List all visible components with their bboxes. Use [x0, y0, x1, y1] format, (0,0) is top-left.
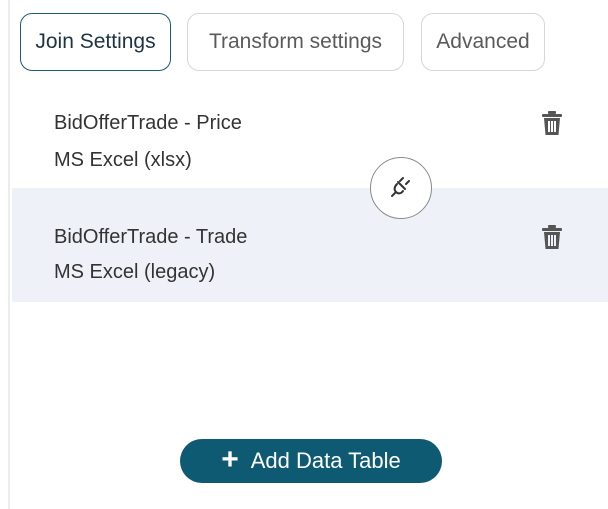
data-table-name: BidOfferTrade - Trade — [54, 226, 248, 248]
data-table-join-panel: Join Settings Transform settings Advance… — [0, 0, 608, 509]
data-table-source: MS Excel (legacy) — [54, 261, 216, 283]
data-table-source: MS Excel (xlsx) — [54, 149, 192, 171]
tab-advanced[interactable]: Advanced — [421, 13, 545, 71]
data-table-name: BidOfferTrade - Price — [54, 112, 242, 134]
panel-divider — [8, 0, 10, 509]
data-table-row[interactable]: BidOfferTrade - Trade MS Excel (legacy) — [12, 188, 608, 302]
join-plug-button[interactable] — [370, 157, 432, 219]
plus-icon: + — [221, 442, 239, 476]
add-data-table-button[interactable]: + Add Data Table — [180, 439, 442, 483]
plug-icon — [389, 174, 413, 203]
tab-join-settings[interactable]: Join Settings — [20, 13, 171, 71]
tab-transform-settings[interactable]: Transform settings — [187, 13, 404, 71]
trash-icon[interactable] — [541, 224, 563, 250]
data-table-row[interactable]: BidOfferTrade - Price MS Excel (xlsx) — [12, 90, 608, 188]
add-data-table-label: Add Data Table — [250, 448, 401, 473]
trash-icon[interactable] — [541, 110, 563, 136]
